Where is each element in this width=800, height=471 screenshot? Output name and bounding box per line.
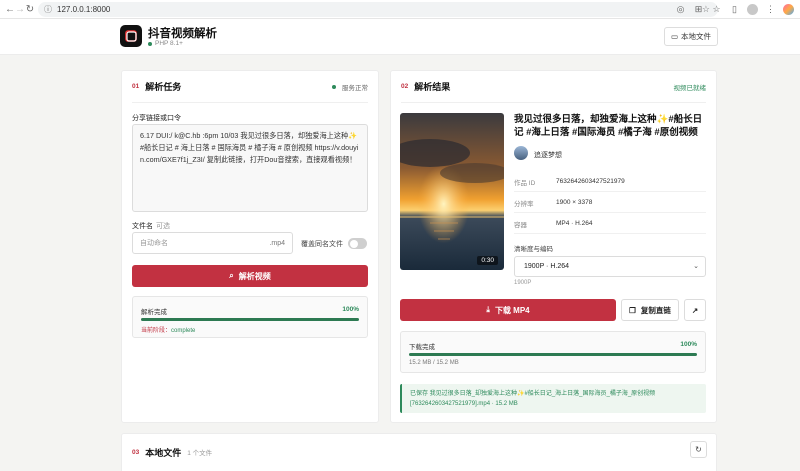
- filename-label: 文件名 可选: [132, 223, 170, 230]
- external-link-icon: ↗: [691, 305, 699, 315]
- download-progress-track: [409, 353, 697, 356]
- browser-toolbar: ← → ↻ ⓘ 127.0.0.1:8000 ☆ ◎ ⊞ ☆ ▯ ⋮: [0, 0, 800, 19]
- video-title: 我见过很多日落，却独爱海上这种✨#船长日记 #海上日落 #国际海员 #橘子海 #…: [514, 114, 703, 138]
- card-number: 01: [132, 83, 140, 90]
- filename-extension: .mp4: [269, 239, 285, 247]
- app-logo: [120, 25, 142, 47]
- chevron-down-icon: ⌄: [693, 263, 699, 270]
- stage-text: 当前阶段：complete: [141, 328, 196, 334]
- card-header: 01 解析任务 服务正常: [132, 71, 368, 103]
- author-avatar: [514, 146, 528, 160]
- open-external-button[interactable]: ↗: [684, 299, 706, 321]
- saved-file-note: 已保存 我见过很多日落_却独爱海上这种✨#船长日记_海上日落_国际海员_橘子海_…: [400, 384, 706, 413]
- copy-icon: ❐: [629, 305, 636, 315]
- php-version: PHP 8.1+: [148, 40, 183, 47]
- card-header: 02 解析结果 视频已就绪: [401, 71, 706, 103]
- site-info-icon[interactable]: ⓘ: [44, 4, 52, 15]
- quality-label: 清晰度与编码: [514, 246, 553, 253]
- puzzle-icon[interactable]: ⊞: [693, 4, 704, 15]
- download-progress: 下载完成 100% 15.2 MB / 15.2 MB: [400, 331, 706, 373]
- local-files-button[interactable]: ▭ 本地文件: [664, 27, 718, 46]
- download-size: 15.2 MB / 15.2 MB: [409, 360, 459, 366]
- copy-link-button[interactable]: ❐ 复制直链: [621, 299, 679, 321]
- download-progress-label: 下载完成: [409, 344, 435, 351]
- meta-row-id: 作品 ID 7632642603427521979: [514, 172, 706, 192]
- menu-icon[interactable]: ⋮: [765, 4, 776, 15]
- card-number: 03: [132, 448, 140, 456]
- extension-icon[interactable]: ◎: [675, 4, 686, 15]
- sidebar-icon[interactable]: ▯: [729, 4, 740, 15]
- parse-progress: 解析完成 100% 当前阶段：complete: [132, 296, 368, 338]
- card-title: 解析任务: [145, 82, 182, 92]
- quality-select[interactable]: 1900P · H.264 ⌄: [514, 256, 706, 277]
- status-dot-icon: [148, 41, 152, 46]
- file-count: 1 个文件: [187, 450, 213, 457]
- refresh-icon: ↻: [695, 445, 702, 454]
- card-title: 解析结果: [414, 82, 451, 92]
- card-title: 本地文件: [145, 447, 182, 458]
- folder-icon: ▭: [670, 32, 679, 41]
- service-status: 服务正常: [332, 82, 368, 92]
- address-bar[interactable]: ⓘ 127.0.0.1:8000 ☆: [38, 2, 718, 17]
- download-icon: ⤓: [486, 305, 490, 314]
- video-ready-status: 视频已就绪: [673, 84, 707, 92]
- progress-percent: 100%: [342, 306, 359, 313]
- reload-icon[interactable]: ↻: [23, 2, 37, 16]
- meta-row-container: 容器 MP4 · H.264: [514, 214, 706, 234]
- status-dot-icon: [332, 84, 336, 89]
- progress-label: 解析完成: [141, 309, 167, 316]
- filename-input[interactable]: 自动命名 .mp4: [132, 232, 293, 254]
- progress-fill: [141, 318, 359, 321]
- share-label: 分享链接或口令: [132, 115, 181, 122]
- author-name: 追逐梦想: [534, 152, 562, 159]
- meta-row-resolution: 分辨率 1900 × 3378: [514, 193, 706, 213]
- download-progress-percent: 100%: [680, 341, 697, 348]
- video-duration: 0:30: [477, 256, 498, 265]
- quality-subtext: 1900P: [514, 280, 532, 286]
- search-icon: ⌕: [229, 271, 234, 280]
- progress-track: [141, 318, 359, 321]
- filename-placeholder: 自动命名: [140, 240, 168, 247]
- profile-avatar[interactable]: [747, 4, 758, 15]
- assistant-icon[interactable]: [783, 4, 794, 15]
- overwrite-toggle[interactable]: [348, 238, 367, 249]
- card-header: 03 本地文件 1 个文件: [132, 434, 706, 470]
- bookmarks-icon[interactable]: ☆: [711, 4, 722, 15]
- url-text: 127.0.0.1:8000: [57, 5, 111, 14]
- download-mp4-button[interactable]: ⤓ 下载 MP4: [400, 299, 616, 321]
- overwrite-label: 覆盖同名文件: [301, 241, 343, 248]
- app-header: 抖音视频解析 PHP 8.1+ ▭ 本地文件: [0, 19, 800, 55]
- card-number: 02: [401, 83, 409, 90]
- refresh-button[interactable]: ↻: [690, 441, 707, 458]
- download-progress-fill: [409, 353, 697, 356]
- parse-video-button[interactable]: ⌕ 解析视频: [132, 265, 368, 287]
- local-files-card: 03 本地文件 1 个文件: [121, 433, 717, 471]
- app-title: 抖音视频解析: [148, 28, 217, 40]
- video-thumbnail[interactable]: 0:30: [400, 113, 504, 270]
- share-link-textarea[interactable]: 6.17 DUI:/ k@C.hb :6pm 10/03 我见过很多日落，却独爱…: [132, 124, 368, 212]
